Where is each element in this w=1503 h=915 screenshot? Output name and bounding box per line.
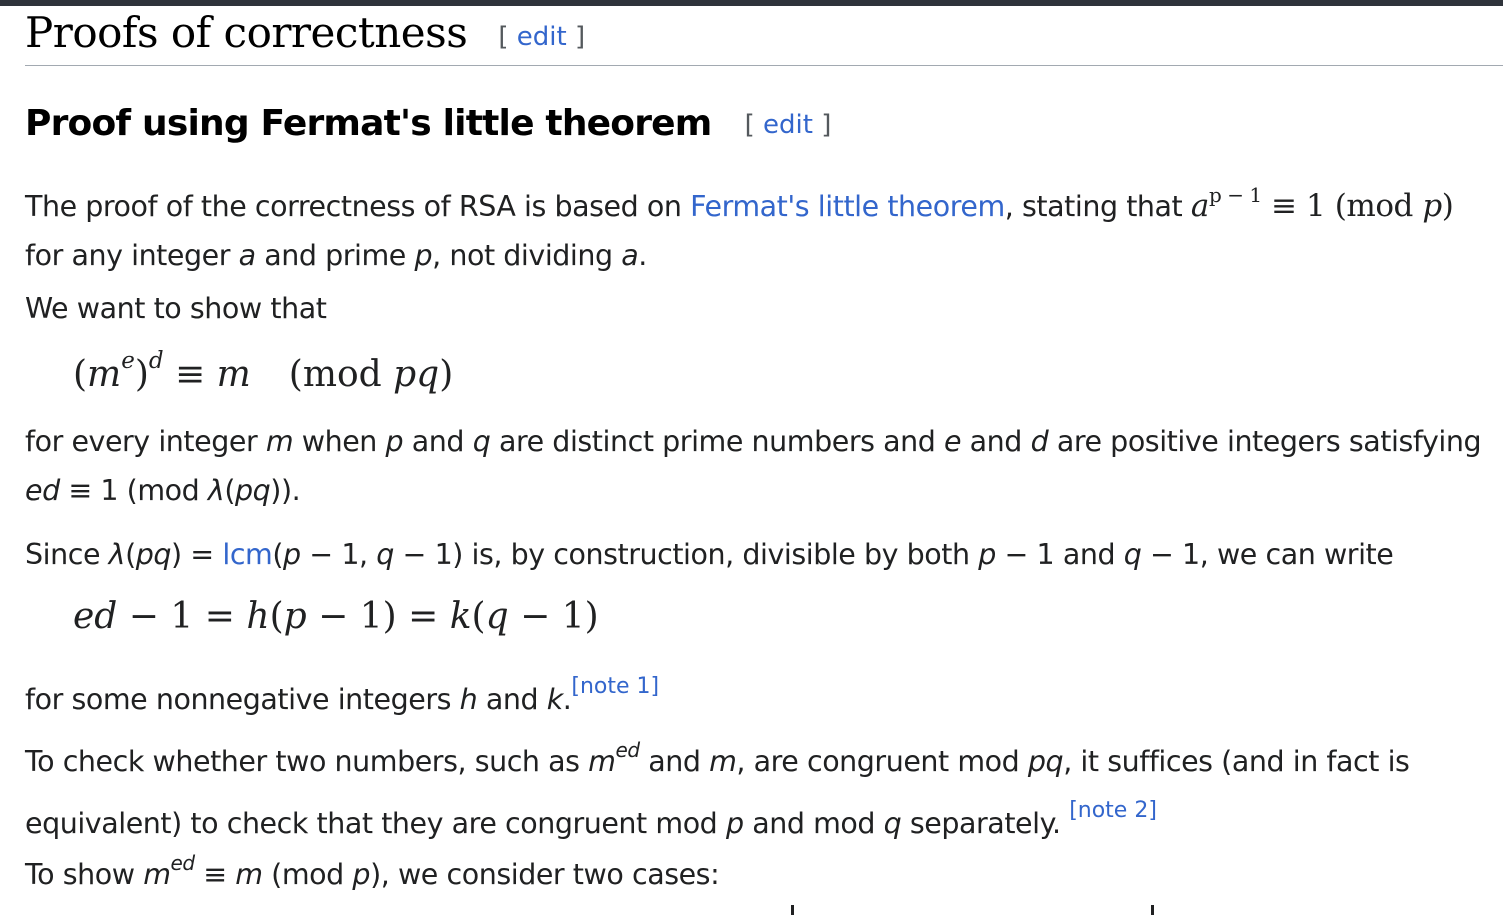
subsection-edit-link: [ edit ] bbox=[744, 110, 832, 140]
cut-off-glyph bbox=[1151, 905, 1154, 915]
paragraph-two-cases: To show med ≡ m (mod p), we consider two… bbox=[25, 851, 720, 891]
subsection-title: Proof using Fermat's little theorem bbox=[25, 103, 712, 144]
paragraph-check-congruent: To check whether two numbers, such as me… bbox=[25, 738, 1410, 840]
formula-ed-minus-one: ed − 1 = h(p − 1) = k(q − 1) bbox=[73, 596, 599, 637]
paragraph-nonnegative-integers: for some nonnegative integers h and k.[n… bbox=[25, 674, 660, 716]
section-title: Proofs of correctness bbox=[25, 8, 468, 57]
section-edit-button[interactable]: edit bbox=[517, 22, 567, 52]
top-bar bbox=[0, 0, 1503, 6]
subsection-heading: Proof using Fermat's little theorem [ ed… bbox=[25, 103, 831, 144]
lcm-link[interactable]: lcm bbox=[222, 538, 272, 571]
subsection-edit-button[interactable]: edit bbox=[763, 110, 813, 140]
section-divider bbox=[25, 65, 1503, 66]
note-2-reference[interactable]: [note 2] bbox=[1069, 798, 1157, 823]
paragraph-want-to-show: We want to show that bbox=[25, 292, 327, 325]
note-1-reference[interactable]: [note 1] bbox=[571, 674, 659, 699]
fermat-little-theorem-link[interactable]: Fermat's little theorem bbox=[690, 190, 1005, 223]
cut-off-glyph bbox=[791, 905, 794, 915]
section-heading: Proofs of correctness [ edit ] bbox=[25, 8, 585, 57]
paragraph-every-integer: for every integer m when p and q are dis… bbox=[25, 425, 1482, 507]
formula-med-congruence: (me)d ≡ m (mod pq) bbox=[73, 348, 454, 395]
paragraph-since-lambda: Since λ(pq) = lcm(p − 1, q − 1) is, by c… bbox=[25, 538, 1394, 571]
section-edit-link: [ edit ] bbox=[498, 22, 586, 52]
fermat-congruence: ap − 1 ≡ 1 (mod p) bbox=[1190, 183, 1454, 224]
paragraph-fermat: The proof of the correctness of RSA is b… bbox=[25, 183, 1454, 272]
